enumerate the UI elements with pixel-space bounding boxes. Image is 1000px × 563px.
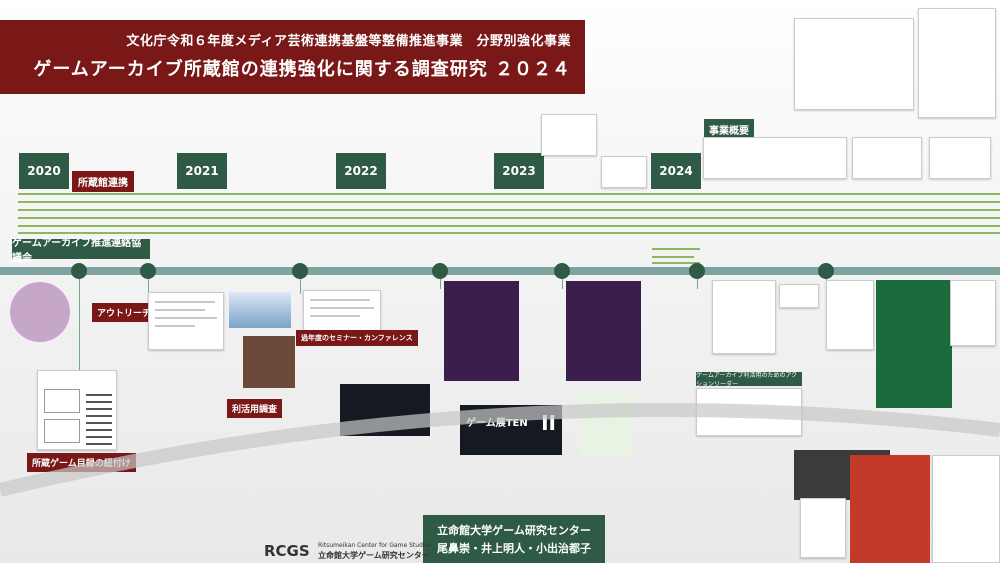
- lane: [18, 232, 1000, 234]
- title-banner: 文化庁令和６年度メディア芸術連携基盤等整備推進事業 分野別強化事業 ゲームアーカ…: [0, 20, 585, 94]
- lane: [18, 193, 1000, 195]
- catalog-diagram-thumbnail: [37, 370, 117, 450]
- overview-doc-thumbnail: [852, 137, 922, 179]
- flowchart-thumbnail: [800, 498, 846, 558]
- overview-doc-thumbnail: [929, 137, 991, 179]
- timeline-node: [818, 263, 834, 279]
- tag-action-plan: ゲームアーカイブ利活用のためのアクションリーダー: [696, 372, 802, 388]
- conference-poster-2023: [566, 281, 641, 381]
- tag-museum-link: 所蔵館連携: [72, 171, 134, 192]
- mountain-image-thumbnail: [229, 292, 291, 328]
- tag-outreach: アウトリーチ: [92, 303, 157, 322]
- lane: [18, 217, 1000, 219]
- timeline-node: [554, 263, 570, 279]
- connector-line: [562, 279, 563, 289]
- conference-doc-thumbnail: [303, 290, 381, 332]
- action-plan-diagram: [696, 388, 802, 436]
- lane: [18, 201, 1000, 203]
- gametens-title: ゲーム展TEN: [466, 418, 528, 429]
- map-thumbnail: [601, 156, 647, 188]
- gametens-poster: ゲーム展TEN II: [460, 405, 562, 455]
- doc-thumbnail: [541, 114, 597, 156]
- authors: 尾鼻崇・井上明人・小出治都子: [437, 541, 591, 555]
- flyer-thumbnail: [580, 394, 632, 456]
- timeline-node: [71, 263, 87, 279]
- tag-seminar: 過年度のセミナー・カンファレンス: [296, 330, 418, 346]
- year-2023: 2023: [494, 153, 544, 189]
- banner-subtitle: 文化庁令和６年度メディア芸術連携基盤等整備推進事業 分野別強化事業: [126, 34, 571, 49]
- overview-doc-thumbnail: [703, 137, 847, 179]
- year-2022: 2022: [336, 153, 386, 189]
- meeting-doc-thumbnail: [712, 280, 776, 354]
- connector-line: [440, 279, 441, 289]
- timeline-node: [432, 263, 448, 279]
- report-doc-thumbnail: [918, 8, 996, 118]
- exhibition-photo-thumbnail: [243, 336, 295, 388]
- meeting-doc-thumbnail: [779, 284, 819, 308]
- doc-thumbnail: [826, 280, 874, 350]
- timeline-node: [689, 263, 705, 279]
- seminar-doc-thumbnail: [148, 292, 224, 350]
- year-2021: 2021: [177, 153, 227, 189]
- event-circle-thumbnail: [10, 282, 70, 342]
- tag-catalog-link: 所蔵ゲーム目録の紐付け: [27, 453, 136, 472]
- doc-thumbnail: [932, 455, 1000, 563]
- org-name: 立命館大学ゲーム研究センター: [437, 524, 591, 537]
- night-game-screenshot: [340, 384, 430, 436]
- logo-en: Ritsumeikan Center for Game Studies: [318, 542, 432, 549]
- org-box: 立命館大学ゲーム研究センター 尾鼻崇・井上明人・小出治都子: [423, 515, 605, 563]
- gametens-number: II: [541, 411, 556, 435]
- lane: [652, 256, 694, 258]
- lane: [652, 248, 700, 250]
- banner-title: ゲームアーカイブ所蔵館の連携強化に関する調査研究 ２０２４: [33, 59, 571, 80]
- connector-line: [300, 279, 301, 294]
- timeline-node: [292, 263, 308, 279]
- council-label: ゲームアーカイブ推進連絡協議会: [12, 238, 150, 264]
- seminar-poster-2023: [444, 281, 519, 381]
- tag-usage-survey: 利活用調査: [227, 399, 283, 418]
- manga-anime-game-poster: [850, 455, 930, 563]
- logo-ja: 立命館大学ゲーム研究センター: [318, 551, 430, 560]
- timeline-node: [140, 263, 156, 279]
- year-2020: 2020: [19, 153, 69, 189]
- doc-thumbnail: [950, 280, 996, 346]
- lane: [18, 225, 1000, 227]
- green-poster: [876, 280, 952, 408]
- lane: [18, 209, 1000, 211]
- report-doc-thumbnail: [794, 18, 914, 110]
- rcgs-logo: RCGS: [264, 542, 310, 560]
- connector-line: [697, 279, 698, 289]
- year-2024: 2024: [651, 153, 701, 189]
